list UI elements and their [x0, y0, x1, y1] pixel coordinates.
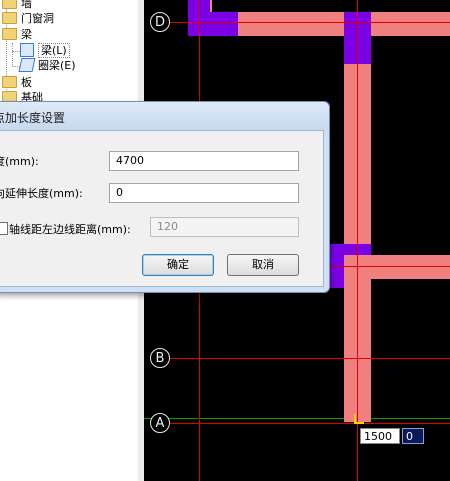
tree-item-slab[interactable]: 板 — [2, 75, 32, 91]
axis-line-vertical — [357, 0, 358, 481]
dialog-body: 长度(mm): 4700 反向延伸长度(mm): 0 轴线距左边线距离(mm):… — [0, 130, 324, 287]
axis-offset-checkbox[interactable] — [0, 222, 8, 235]
grid-line — [144, 418, 450, 419]
reverse-extension-input[interactable]: 0 — [109, 183, 299, 203]
folder-icon — [2, 76, 17, 88]
tree-connector — [12, 43, 13, 67]
length-input[interactable]: 4700 — [109, 151, 299, 171]
length-settings-dialog: 点加长度设置 长度(mm): 4700 反向延伸长度(mm): 0 轴线距左边线… — [0, 101, 330, 293]
cancel-button[interactable]: 取消 — [227, 254, 299, 276]
coord-input-length[interactable]: 1500 — [360, 428, 400, 444]
axis-label-a: A — [150, 413, 170, 433]
ok-button[interactable]: 确定 — [142, 254, 214, 276]
axis-offset-label: 轴线距左边线距离(mm): — [9, 223, 131, 236]
length-label: 长度(mm): — [0, 155, 39, 168]
tree-item-beams[interactable]: 梁 — [2, 27, 32, 43]
dialog-titlebar[interactable]: 点加长度设置 — [0, 102, 329, 130]
reverse-extension-label: 反向延伸长度(mm): — [0, 187, 83, 200]
column — [210, 12, 238, 36]
tree-connector — [12, 51, 20, 52]
axis-label-d: D — [150, 12, 170, 32]
ring-beam-icon — [18, 58, 36, 72]
tree-item-openings[interactable]: 门窗洞 — [2, 11, 54, 27]
cursor-marker-icon — [354, 414, 364, 424]
axis-line-b — [156, 358, 450, 359]
beam-icon — [20, 43, 34, 57]
axis-label-b: B — [150, 348, 170, 368]
tree-item-beam[interactable]: 梁(L) — [20, 43, 70, 59]
axis-line-d — [156, 22, 450, 23]
axis-offset-input[interactable]: 120 — [150, 217, 299, 237]
dialog-title: 点加长度设置 — [0, 111, 66, 125]
coord-input-angle[interactable]: 0 — [402, 428, 424, 444]
folder-icon — [2, 0, 17, 9]
tree-item-ring-beam[interactable]: 圈梁(E) — [18, 58, 76, 74]
folder-icon — [2, 12, 17, 24]
folder-icon — [2, 28, 17, 40]
axis-line-a — [156, 423, 450, 424]
